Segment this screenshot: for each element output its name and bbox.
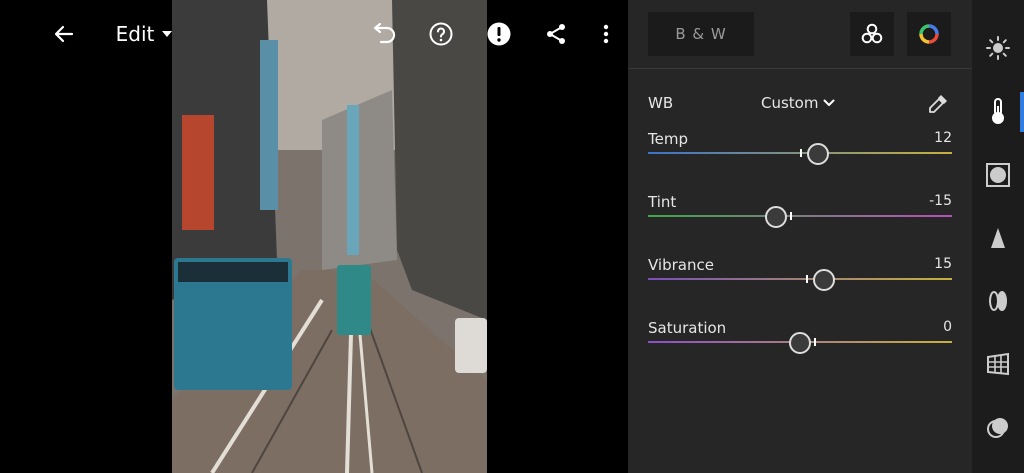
color-mix-button[interactable]: [850, 12, 894, 56]
edit-menu[interactable]: Edit: [112, 16, 178, 52]
slider-temp: Temp 12: [648, 130, 952, 180]
photo-preview[interactable]: [172, 0, 487, 473]
active-tool-indicator: [1020, 92, 1024, 132]
slider-label: Saturation: [648, 319, 727, 337]
caret-down-icon: [162, 31, 173, 37]
help-button[interactable]: [425, 16, 457, 52]
undo-icon: [373, 22, 396, 44]
slider-vibrance: Vibrance 15: [648, 256, 952, 306]
slider-label: Temp: [648, 130, 688, 148]
adjust-panel: B & W WB Custom Temp 12 Tint -15 Vibrance 15 S…: [628, 0, 972, 473]
slider-label: Vibrance: [648, 256, 714, 274]
slider-value: 0: [943, 319, 952, 335]
slider-tint: Tint -15: [648, 193, 952, 243]
light-icon[interactable]: [984, 34, 1012, 62]
share-icon: [547, 24, 565, 44]
detail-icon[interactable]: [984, 224, 1012, 252]
undo-button[interactable]: [366, 16, 400, 52]
color-wheel-icon: [919, 24, 939, 44]
slider-label: Tint: [648, 193, 677, 211]
back-arrow-icon: [54, 25, 74, 43]
slider-knob[interactable]: [764, 206, 787, 228]
slider-default-tick: [800, 149, 803, 157]
help-icon: [429, 22, 453, 46]
top-toolbar: Edit: [0, 0, 628, 68]
slider-knob[interactable]: [807, 143, 830, 165]
back-button[interactable]: [48, 16, 80, 52]
slider-default-tick: [806, 275, 809, 283]
panel-divider: [628, 68, 972, 69]
slider-default-tick: [814, 338, 816, 346]
geometry-icon[interactable]: [984, 350, 1012, 378]
slider-track[interactable]: [648, 278, 952, 280]
wb-value: Custom: [761, 94, 819, 112]
more-button[interactable]: [594, 16, 618, 52]
chevron-down-icon: [823, 99, 835, 106]
wb-label: WB: [648, 94, 674, 112]
share-button[interactable]: [540, 16, 572, 52]
street-photo: [172, 0, 487, 473]
slider-default-tick: [789, 212, 792, 220]
optics-icon[interactable]: [984, 287, 1012, 315]
wb-dropdown[interactable]: Custom: [761, 94, 836, 112]
slider-value: 15: [934, 256, 952, 272]
alert-icon: [487, 22, 511, 46]
eyedropper-icon: [929, 95, 947, 113]
color-icon[interactable]: [984, 97, 1012, 125]
edit-label: Edit: [115, 22, 155, 46]
effects-icon[interactable]: [984, 161, 1012, 189]
photo-canvas: Edit: [0, 0, 628, 473]
warning-button[interactable]: [483, 16, 515, 52]
slider-knob[interactable]: [789, 332, 811, 354]
color-grading-button[interactable]: [907, 12, 951, 56]
more-vertical-icon: [603, 24, 609, 44]
selective-icon[interactable]: [984, 414, 1012, 442]
bw-button[interactable]: B & W: [648, 12, 754, 56]
slider-value: 12: [934, 130, 952, 146]
slider-track[interactable]: [648, 215, 952, 217]
slider-knob[interactable]: [813, 269, 836, 291]
color-mix-icon: [861, 23, 883, 44]
slider-value: -15: [929, 193, 952, 209]
slider-saturation: Saturation 0: [648, 319, 952, 369]
eyedropper-button[interactable]: [926, 92, 950, 116]
tool-rail: [972, 0, 1024, 473]
